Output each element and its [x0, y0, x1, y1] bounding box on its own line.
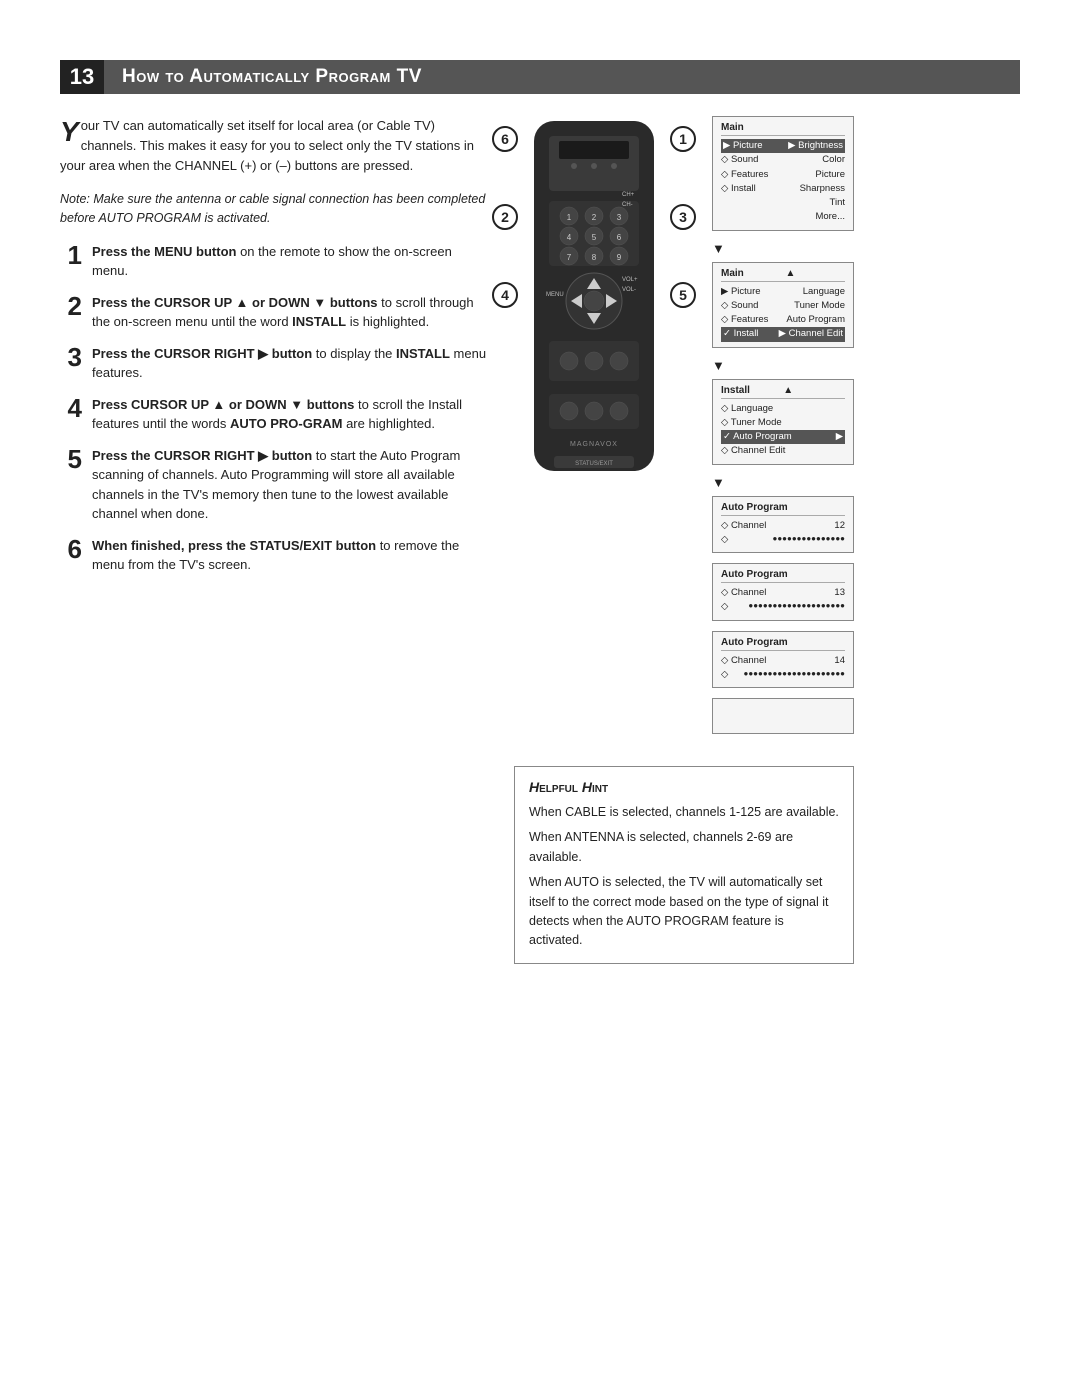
screen-diagram-7	[712, 698, 854, 734]
screen5-row2: ◇●●●●●●●●●●●●●●●●●●●●	[721, 600, 845, 614]
screen2-row1: ▶ PictureLanguage	[721, 285, 845, 299]
screen3-row2: ◇ Tuner Mode	[721, 416, 845, 430]
page-title: How to Automatically Program TV	[104, 60, 1020, 94]
screen-diagram-6: Auto Program ◇ Channel14 ◇●●●●●●●●●●●●●●…	[712, 631, 854, 689]
screen2-row3: ◇ FeaturesAuto Program	[721, 313, 845, 327]
screen1-row6: More...	[721, 210, 845, 224]
svg-text:9: 9	[617, 253, 622, 262]
right-step-labels: 1 3 5	[670, 126, 696, 308]
screen6-title: Auto Program	[721, 637, 845, 651]
screen5-row1: ◇ Channel13	[721, 586, 845, 600]
screen1-title: Main	[721, 122, 845, 136]
step-content-4: Press CURSOR UP ▲ or DOWN ▼ buttons to s…	[92, 395, 490, 434]
svg-text:8: 8	[592, 253, 597, 262]
intro-text: our TV can automatically set itself for …	[60, 118, 474, 173]
arrow1: ▼	[712, 241, 854, 256]
step-label-4: 4	[492, 282, 518, 308]
step-4: 4 Press CURSOR UP ▲ or DOWN ▼ buttons to…	[60, 395, 490, 434]
svg-text:MENU: MENU	[546, 292, 564, 298]
screen5-title: Auto Program	[721, 569, 845, 583]
screen1-row5: Tint	[721, 196, 845, 210]
step-number-5: 5	[60, 446, 82, 472]
helpful-hint-box: Helpful Hint When CABLE is selected, cha…	[514, 766, 854, 964]
screen2-title: Main ▲	[721, 268, 845, 282]
page-number: 13	[60, 60, 104, 94]
svg-text:1: 1	[567, 213, 572, 222]
svg-text:2: 2	[592, 213, 597, 222]
step-number-4: 4	[60, 395, 82, 421]
remote-svg: 1 2 3 4 5 6 7 8 9	[514, 116, 674, 476]
screen1-row1: ▶ Picture▶ Brightness	[721, 139, 845, 153]
step-5: 5 Press the CURSOR RIGHT ▶ button to sta…	[60, 446, 490, 524]
screen1-row3: ◇ FeaturesPicture	[721, 168, 845, 182]
svg-text:CH-: CH-	[622, 202, 633, 208]
step-content-3: Press the CURSOR RIGHT ▶ button to displ…	[92, 344, 490, 383]
remote-area: 6 2 4	[514, 116, 854, 738]
left-step-labels: 6 2 4	[492, 126, 518, 308]
screen-diagram-4: Auto Program ◇ Channel12 ◇●●●●●●●●●●●●●●…	[712, 496, 854, 554]
step-2: 2 Press the CURSOR UP ▲ or DOWN ▼ button…	[60, 293, 490, 332]
hint-line-1: When CABLE is selected, channels 1-125 a…	[529, 803, 839, 822]
screen2-row2: ◇ SoundTuner Mode	[721, 299, 845, 313]
svg-text:5: 5	[592, 233, 597, 242]
step-3: 3 Press the CURSOR RIGHT ▶ button to dis…	[60, 344, 490, 383]
remote-illustration: 6 2 4	[514, 116, 674, 479]
svg-text:VOL+: VOL+	[622, 277, 638, 283]
left-column: Y our TV can automatically set itself fo…	[60, 116, 490, 587]
step-content-5: Press the CURSOR RIGHT ▶ button to start…	[92, 446, 490, 524]
step-content-2: Press the CURSOR UP ▲ or DOWN ▼ buttons …	[92, 293, 490, 332]
step-number-2: 2	[60, 293, 82, 319]
step-number-6: 6	[60, 536, 82, 562]
step-6: 6 When finished, press the STATUS/EXIT b…	[60, 536, 490, 575]
intro-paragraph: Y our TV can automatically set itself fo…	[60, 116, 490, 176]
svg-text:VOL-: VOL-	[622, 287, 636, 293]
step-label-3: 3	[670, 204, 696, 230]
step-label-2: 2	[492, 204, 518, 230]
svg-text:MAGNAVOX: MAGNAVOX	[570, 441, 618, 448]
step-label-6: 6	[492, 126, 518, 152]
hint-line-2: When ANTENNA is selected, channels 2-69 …	[529, 828, 839, 867]
screen3-row3: ✓ Auto Program▶	[721, 430, 845, 444]
screen3-row4: ◇ Channel Edit	[721, 444, 845, 458]
note-paragraph: Note: Make sure the antenna or cable sig…	[60, 190, 490, 228]
screen4-title: Auto Program	[721, 502, 845, 516]
screen3-row1: ◇ Language	[721, 402, 845, 416]
screen2-row4: ✓ Install▶ Channel Edit	[721, 327, 845, 341]
screen1-row4: ◇ InstallSharpness	[721, 182, 845, 196]
main-layout: Y our TV can automatically set itself fo…	[60, 116, 1020, 964]
drop-cap: Y	[60, 118, 79, 146]
screen6-row2: ◇●●●●●●●●●●●●●●●●●●●●●	[721, 668, 845, 682]
svg-text:6: 6	[617, 233, 622, 242]
svg-text:7: 7	[567, 253, 572, 262]
screen4-row1: ◇ Channel12	[721, 519, 845, 533]
screen3-title: Install ▲	[721, 385, 845, 399]
step-number-3: 3	[60, 344, 82, 370]
arrow3: ▼	[712, 475, 854, 490]
step-number-1: 1	[60, 242, 82, 268]
arrow2: ▼	[712, 358, 854, 373]
step-content-1: Press the MENU button on the remote to s…	[92, 242, 490, 281]
screen6-row1: ◇ Channel14	[721, 654, 845, 668]
step-1: 1 Press the MENU button on the remote to…	[60, 242, 490, 281]
svg-text:CH+: CH+	[622, 192, 635, 198]
screen-diagram-5: Auto Program ◇ Channel13 ◇●●●●●●●●●●●●●●…	[712, 563, 854, 621]
svg-text:4: 4	[567, 233, 572, 242]
screens-column: Main ▶ Picture▶ Brightness ◇ SoundColor …	[712, 116, 854, 738]
right-column: 6 2 4	[514, 116, 854, 964]
screen-diagram-1: Main ▶ Picture▶ Brightness ◇ SoundColor …	[712, 116, 854, 231]
hint-body: When CABLE is selected, channels 1-125 a…	[529, 803, 839, 951]
svg-text:3: 3	[617, 213, 622, 222]
hint-line-3: When AUTO is selected, the TV will autom…	[529, 873, 839, 951]
hint-title: Helpful Hint	[529, 779, 839, 795]
svg-text:STATUS/EXIT: STATUS/EXIT	[575, 461, 613, 467]
screen-diagram-3: Install ▲ ◇ Language ◇ Tuner Mode ✓ Auto…	[712, 379, 854, 465]
page-header: 13 How to Automatically Program TV	[60, 60, 1020, 94]
step-label-5: 5	[670, 282, 696, 308]
step-content-6: When finished, press the STATUS/EXIT but…	[92, 536, 490, 575]
screen1-row2: ◇ SoundColor	[721, 153, 845, 167]
screen-diagram-2: Main ▲ ▶ PictureLanguage ◇ SoundTuner Mo…	[712, 262, 854, 348]
screen4-row2: ◇●●●●●●●●●●●●●●●	[721, 533, 845, 547]
step-label-1: 1	[670, 126, 696, 152]
